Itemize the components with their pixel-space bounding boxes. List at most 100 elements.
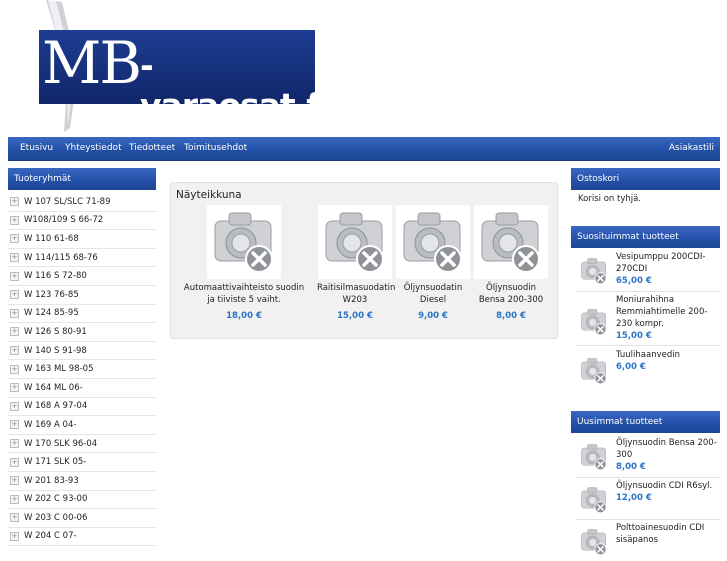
- no-image-camera-icon[interactable]: [578, 255, 610, 287]
- category-label[interactable]: W 169 A 04-: [24, 420, 76, 430]
- no-image-camera-icon[interactable]: [474, 205, 548, 279]
- item-name[interactable]: Polttoainesuodin CDI sisäpanos: [616, 522, 720, 546]
- nav-account[interactable]: Asiakastili: [669, 143, 714, 153]
- showcase-product[interactable]: Raitisilmasuodatin W203 15,00 €: [317, 205, 395, 322]
- showcase-panel: Näyteikkuna Automaattivaihteisto suodin …: [170, 182, 558, 339]
- category-item[interactable]: + W 170 SLK 96-04: [8, 435, 156, 454]
- category-item[interactable]: + W108/109 S 66-72: [8, 212, 156, 231]
- category-item[interactable]: + W 168 A 97-04: [8, 398, 156, 417]
- no-image-camera-icon[interactable]: [318, 205, 392, 279]
- expand-plus-icon[interactable]: +: [10, 271, 19, 281]
- divider: [576, 291, 720, 292]
- item-name[interactable]: Öljynsuodin Bensa 200-300: [616, 437, 720, 461]
- category-item[interactable]: + W 114/115 68-76: [8, 249, 156, 268]
- no-image-camera-icon[interactable]: [396, 205, 470, 279]
- expand-plus-icon[interactable]: +: [10, 290, 19, 300]
- showcase-product[interactable]: Öljynsuodin Bensa 200-300 8,00 €: [472, 205, 550, 322]
- product-price: 9,00 €: [418, 311, 448, 321]
- product-name[interactable]: Öljynsuodatin Diesel: [395, 282, 471, 306]
- expand-plus-icon[interactable]: +: [10, 420, 19, 430]
- categories-header: Tuoteryhmät: [8, 168, 156, 190]
- category-label[interactable]: W 203 C 00-06: [24, 513, 87, 523]
- logo-domain-text: -varaosat.fi: [140, 46, 331, 125]
- no-image-camera-icon[interactable]: [207, 205, 281, 279]
- item-name[interactable]: Öljynsuodin CDI R6syl.: [616, 480, 720, 492]
- item-price: 65,00 €: [616, 276, 652, 286]
- category-label[interactable]: W 140 S 91-98: [24, 346, 87, 356]
- item-name[interactable]: Tuulihaanvedin: [616, 349, 720, 361]
- category-label[interactable]: W 110 61-68: [24, 234, 79, 244]
- expand-plus-icon[interactable]: +: [10, 253, 19, 263]
- divider: [576, 477, 720, 478]
- main-navbar: Etusivu Yhteystiedot Tiedotteet Toimitus…: [8, 137, 720, 161]
- divider: [576, 345, 720, 346]
- category-item[interactable]: + W 140 S 91-98: [8, 342, 156, 361]
- site-logo[interactable]: MB -varaosat.fi: [34, 0, 331, 135]
- expand-plus-icon[interactable]: +: [10, 234, 19, 244]
- category-item[interactable]: + W 204 C 07-: [8, 528, 156, 547]
- expand-plus-icon[interactable]: +: [10, 327, 19, 337]
- category-label[interactable]: W 204 C 07-: [24, 531, 77, 541]
- expand-plus-icon[interactable]: +: [10, 401, 19, 411]
- product-name[interactable]: Öljynsuodin Bensa 200-300: [472, 282, 550, 306]
- expand-plus-icon[interactable]: +: [10, 494, 19, 504]
- nav-toimitusehdot[interactable]: Toimitusehdot: [184, 143, 247, 153]
- item-price: 12,00 €: [616, 493, 652, 503]
- category-label[interactable]: W 202 C 93-00: [24, 494, 87, 504]
- category-label[interactable]: W 201 83-93: [24, 476, 79, 486]
- no-image-camera-icon[interactable]: [578, 355, 610, 387]
- category-label[interactable]: W 107 SL/SLC 71-89: [24, 197, 111, 207]
- category-label[interactable]: W 114/115 68-76: [24, 253, 98, 263]
- category-item[interactable]: + W 202 C 93-00: [8, 491, 156, 510]
- expand-plus-icon[interactable]: +: [10, 513, 19, 523]
- expand-plus-icon[interactable]: +: [10, 197, 19, 207]
- product-name[interactable]: Automaattivaihteisto suodin ja tiiviste …: [183, 282, 305, 306]
- category-item[interactable]: + W 123 76-85: [8, 286, 156, 305]
- category-item[interactable]: + W 203 C 00-06: [8, 509, 156, 528]
- expand-plus-icon[interactable]: +: [10, 346, 19, 356]
- category-item[interactable]: + W 110 61-68: [8, 230, 156, 249]
- category-label[interactable]: W 116 S 72-80: [24, 271, 87, 281]
- category-item[interactable]: + W 107 SL/SLC 71-89: [8, 193, 156, 212]
- item-name[interactable]: Moniurahihna Remmiahtimelle 200-230 komp…: [616, 294, 720, 330]
- category-label[interactable]: W 123 76-85: [24, 290, 79, 300]
- expand-plus-icon[interactable]: +: [10, 457, 19, 467]
- expand-plus-icon[interactable]: +: [10, 364, 19, 374]
- expand-plus-icon[interactable]: +: [10, 439, 19, 449]
- nav-etusivu[interactable]: Etusivu: [20, 143, 53, 153]
- no-image-camera-icon[interactable]: [578, 306, 610, 338]
- category-label[interactable]: W 171 SLK 05-: [24, 457, 86, 467]
- category-item[interactable]: + W 164 ML 06-: [8, 379, 156, 398]
- product-name[interactable]: Raitisilmasuodatin W203: [317, 282, 395, 306]
- nav-tiedotteet[interactable]: Tiedotteet: [129, 143, 175, 153]
- expand-plus-icon[interactable]: +: [10, 383, 19, 393]
- no-image-camera-icon[interactable]: [578, 441, 610, 473]
- showcase-title: Näyteikkuna: [176, 189, 242, 201]
- category-item[interactable]: + W 126 S 80-91: [8, 323, 156, 342]
- showcase-product[interactable]: Öljynsuodatin Diesel 9,00 €: [395, 205, 471, 322]
- category-label[interactable]: W 124 85-95: [24, 308, 79, 318]
- category-item[interactable]: + W 171 SLK 05-: [8, 453, 156, 472]
- category-label[interactable]: W108/109 S 66-72: [24, 215, 103, 225]
- category-label[interactable]: W 170 SLK 96-04: [24, 439, 97, 449]
- nav-yhteystiedot[interactable]: Yhteystiedot: [65, 143, 122, 153]
- category-label[interactable]: W 168 A 97-04: [24, 401, 87, 411]
- category-item[interactable]: + W 163 ML 98-05: [8, 360, 156, 379]
- category-item[interactable]: + W 124 85-95: [8, 305, 156, 324]
- item-name[interactable]: Vesipumppu 200CDI-270CDI: [616, 251, 720, 275]
- category-item[interactable]: + W 116 S 72-80: [8, 267, 156, 286]
- category-item[interactable]: + W 201 83-93: [8, 472, 156, 491]
- category-label[interactable]: W 126 S 80-91: [24, 327, 87, 337]
- expand-plus-icon[interactable]: +: [10, 531, 19, 541]
- expand-plus-icon[interactable]: +: [10, 308, 19, 318]
- category-label[interactable]: W 163 ML 98-05: [24, 364, 94, 374]
- expand-plus-icon[interactable]: +: [10, 215, 19, 225]
- showcase-product[interactable]: Automaattivaihteisto suodin ja tiiviste …: [183, 205, 305, 322]
- no-image-camera-icon[interactable]: [578, 484, 610, 516]
- category-item[interactable]: + W 169 A 04-: [8, 416, 156, 435]
- product-price: 15,00 €: [337, 311, 373, 321]
- no-image-camera-icon[interactable]: [578, 526, 610, 558]
- expand-plus-icon[interactable]: +: [10, 476, 19, 486]
- category-list: + W 107 SL/SLC 71-89 + W108/109 S 66-72 + W 1…: [8, 193, 156, 547]
- category-label[interactable]: W 164 ML 06-: [24, 383, 83, 393]
